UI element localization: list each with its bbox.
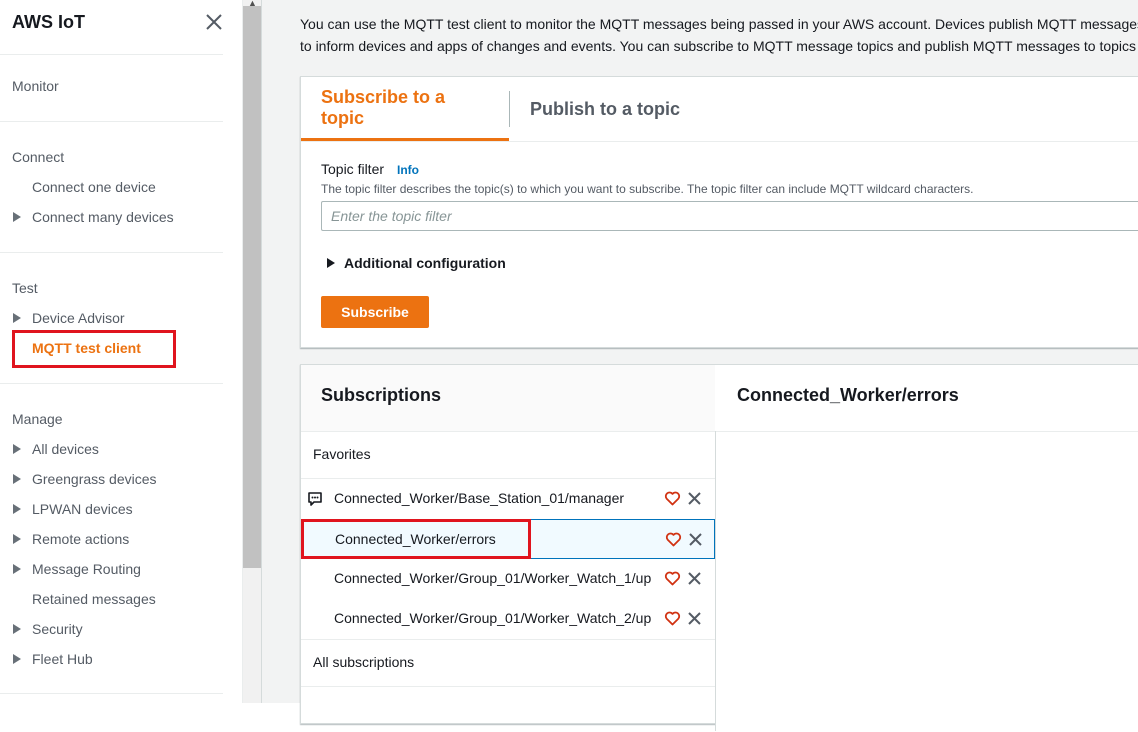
caret-right-icon bbox=[13, 474, 21, 484]
sidebar-item-security[interactable]: Security bbox=[12, 619, 83, 639]
brand-title: AWS IoT bbox=[12, 12, 85, 32]
caret-right-icon bbox=[327, 258, 335, 268]
caret-right-icon bbox=[13, 212, 21, 222]
sidebar-item-retained-messages[interactable]: Retained messages bbox=[32, 589, 156, 609]
selected-topic-title: Connected_Worker/errors bbox=[737, 385, 959, 405]
divider bbox=[0, 54, 223, 55]
subscription-name: Connected_Worker/Group_01/Worker_Watch_2… bbox=[334, 610, 652, 626]
sidebar-item-connect-many-devices[interactable]: Connect many devices bbox=[12, 207, 174, 227]
favorite-heart-icon[interactable] bbox=[664, 610, 681, 627]
remove-icon[interactable] bbox=[686, 490, 703, 507]
caret-right-icon bbox=[13, 564, 21, 574]
caret-right-icon bbox=[13, 313, 21, 323]
sidebar-item-lpwan-devices[interactable]: LPWAN devices bbox=[12, 499, 133, 519]
sidebar-item-message-routing[interactable]: Message Routing bbox=[12, 559, 141, 579]
caret-right-icon bbox=[13, 444, 21, 454]
sidebar-item-remote-actions[interactable]: Remote actions bbox=[12, 529, 129, 549]
sidebar-item-label: All devices bbox=[32, 441, 99, 457]
highlight-box bbox=[301, 519, 531, 559]
sidebar-scrollbar[interactable]: ▲ bbox=[243, 0, 261, 703]
topic-filter-description: The topic filter describes the topic(s) … bbox=[321, 182, 974, 196]
sidebar-heading-test: Test bbox=[12, 280, 38, 296]
subscription-name: Connected_Worker/Group_01/Worker_Watch_1… bbox=[334, 570, 652, 586]
intro-line: You can use the MQTT test client to moni… bbox=[300, 16, 1138, 32]
additional-configuration-expander[interactable]: Additional configuration bbox=[327, 255, 506, 271]
remove-icon[interactable] bbox=[686, 610, 703, 627]
caret-right-icon bbox=[13, 534, 21, 544]
favorite-heart-icon[interactable] bbox=[665, 531, 682, 548]
sidebar-item-label: Connect many devices bbox=[32, 209, 174, 225]
sidebar-item-greengrass-devices[interactable]: Greengrass devices bbox=[12, 469, 157, 489]
sidebar-item-label: Remote actions bbox=[32, 531, 130, 547]
info-link[interactable]: Info bbox=[397, 163, 419, 177]
sidebar-item-all-devices[interactable]: All devices bbox=[12, 439, 99, 459]
messages-panel bbox=[716, 432, 1138, 732]
intro-line: to inform devices and apps of changes an… bbox=[300, 38, 1137, 54]
subscriptions-list: Favorites Connected_Worker/Base_Station_… bbox=[301, 431, 716, 731]
topic-filter-input[interactable] bbox=[321, 201, 1138, 231]
divider bbox=[0, 693, 223, 694]
intro-text: You can use the MQTT test client to moni… bbox=[300, 13, 1138, 57]
remove-icon[interactable] bbox=[687, 531, 704, 548]
main-content: You can use the MQTT test client to moni… bbox=[261, 0, 1138, 732]
subscribe-publish-card: Subscribe to a topic Publish to a topic … bbox=[300, 76, 1138, 348]
sidebar-item-label: Greengrass devices bbox=[32, 471, 157, 487]
divider bbox=[0, 383, 223, 384]
tab-publish[interactable]: Publish to a topic bbox=[510, 77, 700, 141]
sidebar-item-device-advisor[interactable]: Device Advisor bbox=[12, 308, 125, 328]
sidebar-item-label: Message Routing bbox=[32, 561, 141, 577]
sidebar-heading-connect: Connect bbox=[12, 149, 65, 165]
highlight-box bbox=[12, 330, 176, 368]
scrollbar-thumb[interactable] bbox=[243, 6, 261, 568]
subscription-name: Connected_Worker/Base_Station_01/manager bbox=[334, 490, 625, 506]
sidebar-item-label: Fleet Hub bbox=[32, 651, 93, 667]
subscribe-button[interactable]: Subscribe bbox=[321, 296, 429, 328]
favorite-heart-icon[interactable] bbox=[664, 570, 681, 587]
divider bbox=[0, 252, 223, 253]
favorite-heart-icon[interactable] bbox=[664, 490, 681, 507]
close-icon[interactable] bbox=[204, 12, 224, 32]
side-navigation: AWS IoT Monitor Connect Connect one devi… bbox=[0, 0, 243, 703]
sidebar-item-monitor[interactable]: Monitor bbox=[12, 76, 59, 96]
caret-right-icon bbox=[13, 654, 21, 664]
all-subscriptions-label: All subscriptions bbox=[313, 654, 415, 670]
favorites-label: Favorites bbox=[313, 446, 371, 462]
message-icon bbox=[308, 492, 322, 506]
topic-filter-label: Topic filter bbox=[321, 161, 385, 177]
additional-configuration-label: Additional configuration bbox=[344, 255, 506, 271]
remove-icon[interactable] bbox=[686, 570, 703, 587]
caret-right-icon bbox=[13, 624, 21, 634]
sidebar-item-connect-one-device[interactable]: Connect one device bbox=[32, 177, 156, 197]
subscription-row[interactable]: Connected_Worker/Group_01/Worker_Watch_1… bbox=[301, 559, 715, 599]
subscription-row[interactable]: Connected_Worker/Base_Station_01/manager bbox=[301, 479, 715, 519]
divider bbox=[301, 686, 715, 687]
caret-right-icon bbox=[13, 504, 21, 514]
sidebar-item-fleet-hub[interactable]: Fleet Hub bbox=[12, 649, 93, 669]
tab-subscribe[interactable]: Subscribe to a topic bbox=[301, 77, 509, 141]
sidebar-item-label: Device Advisor bbox=[32, 310, 125, 326]
subscription-row[interactable]: Connected_Worker/Group_01/Worker_Watch_2… bbox=[301, 599, 715, 639]
divider bbox=[301, 639, 715, 640]
subscriptions-title: Subscriptions bbox=[321, 385, 442, 405]
sidebar-heading-manage: Manage bbox=[12, 411, 63, 427]
tabs-underline bbox=[301, 141, 1138, 142]
sidebar-item-label: LPWAN devices bbox=[32, 501, 133, 517]
sidebar-item-label: Security bbox=[32, 621, 83, 637]
divider bbox=[0, 121, 223, 122]
